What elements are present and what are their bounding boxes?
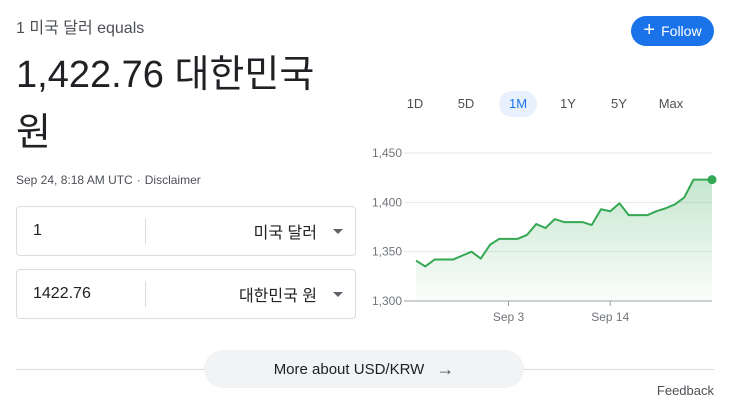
series-area <box>416 179 712 301</box>
from-amount-input[interactable]: 1 <box>17 222 145 240</box>
chevron-down-icon <box>333 228 343 234</box>
result-value: 1,422.76 대한민국 <box>16 54 315 96</box>
follow-button[interactable]: + Follow <box>631 16 714 46</box>
tab-1y[interactable]: 1Y <box>553 91 583 117</box>
timestamp-line: Sep 24, 8:18 AM UTC · Disclaimer <box>16 173 201 187</box>
chevron-down-icon <box>333 291 343 297</box>
result-unit: 원 <box>16 112 51 154</box>
x-tick-label: Sep 14 <box>591 310 629 324</box>
more-about-button[interactable]: More about USD/KRW → <box>204 350 524 388</box>
y-tick-label: 1,400 <box>372 195 402 209</box>
timestamp: Sep 24, 8:18 AM UTC <box>16 173 133 187</box>
from-currency-label: 미국 달러 <box>253 225 317 242</box>
to-currency-row: 1422.76 대한민국 원 <box>16 269 356 319</box>
meta-separator: · <box>136 173 141 187</box>
from-currency-row: 1 미국 달러 <box>16 206 356 256</box>
exchange-rate-chart[interactable]: 1,450 1,400 1,350 1,300 Sep 3 Sep 14 <box>360 138 720 328</box>
tab-5y[interactable]: 5Y <box>604 91 634 117</box>
plus-icon: + <box>643 19 656 41</box>
to-amount-input[interactable]: 1422.76 <box>17 285 145 303</box>
tab-1d[interactable]: 1D <box>400 91 430 117</box>
y-tick-label: 1,450 <box>372 146 402 160</box>
tab-max[interactable]: Max <box>653 91 689 117</box>
tab-5d[interactable]: 5D <box>451 91 481 117</box>
y-tick-label: 1,300 <box>372 294 402 308</box>
conversion-subtitle: 1 미국 달러 equals <box>16 20 145 37</box>
to-currency-select[interactable]: 대한민국 원 <box>146 282 355 306</box>
disclaimer-link[interactable]: Disclaimer <box>145 173 201 187</box>
x-tick-label: Sep 3 <box>493 310 525 324</box>
from-currency-select[interactable]: 미국 달러 <box>146 219 355 243</box>
to-currency-label: 대한민국 원 <box>238 288 317 305</box>
tab-1m[interactable]: 1M <box>499 91 537 117</box>
arrow-right-icon: → <box>436 358 455 379</box>
feedback-link[interactable]: Feedback <box>657 383 714 398</box>
conversion-result: 1,422.76 대한민국 원 <box>16 46 346 162</box>
time-range-tabs: 1D 5D 1M 1Y 5Y Max <box>392 91 722 117</box>
y-tick-label: 1,350 <box>372 245 402 259</box>
follow-label: Follow <box>661 23 702 39</box>
more-about-label: More about USD/KRW <box>273 360 425 378</box>
current-value-marker <box>707 175 717 185</box>
